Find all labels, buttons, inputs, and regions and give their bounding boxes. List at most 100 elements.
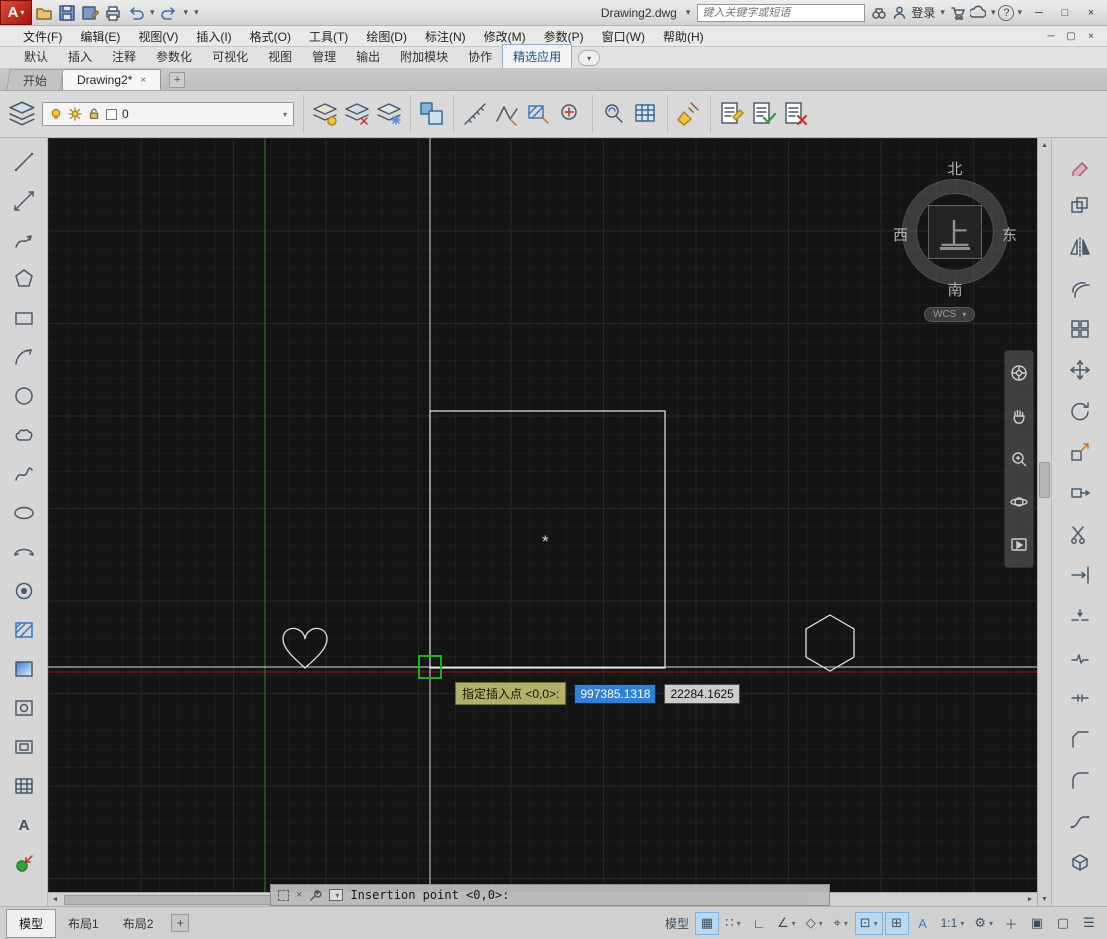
modify-tool-blend-curves[interactable] <box>1060 800 1100 841</box>
search-binoculars-button[interactable] <box>869 3 889 23</box>
draw-tool-donut[interactable] <box>4 571 44 610</box>
draw-tool-region[interactable] <box>4 727 44 766</box>
search-input[interactable] <box>698 6 865 19</box>
pan-icon[interactable] <box>1010 407 1028 425</box>
status-customize[interactable]: ☰ <box>1077 912 1101 935</box>
modify-tool-scale[interactable] <box>1060 431 1100 472</box>
ribbon-tab-collaborate[interactable]: 协作 <box>458 45 502 68</box>
status-grid-toggle[interactable]: ▦ <box>695 911 720 935</box>
drawing-purge-errors-button[interactable] <box>780 94 812 134</box>
draw-tool-construction-line[interactable] <box>4 181 44 220</box>
status-dynamic-input-toggle[interactable]: ⊞ <box>884 911 909 935</box>
viewcube[interactable]: 北 南 西 东 上 <box>893 148 1017 300</box>
redo-button[interactable] <box>158 2 181 24</box>
wcs-dropdown[interactable]: WCS ▾ <box>924 307 976 322</box>
draw-tool-table[interactable] <box>4 766 44 805</box>
maximize-button[interactable]: □ <box>1053 3 1077 23</box>
draw-tool-text[interactable]: A <box>4 805 44 844</box>
modify-tool-explode[interactable] <box>1060 841 1100 882</box>
draw-tool-ellipse-arc[interactable] <box>4 532 44 571</box>
command-customize-icon[interactable] <box>309 889 322 902</box>
vertical-scroll-thumb[interactable] <box>1039 462 1050 498</box>
caret-icon[interactable]: ▾ <box>792 919 796 928</box>
edit-polyline-button[interactable] <box>491 94 523 134</box>
save-button[interactable] <box>55 2 78 24</box>
showmotion-icon[interactable] <box>1010 536 1028 554</box>
status-isodraft-toggle[interactable]: ◇ ▾ <box>802 912 827 935</box>
menu-help[interactable]: 帮助(H) <box>654 26 713 47</box>
menu-dimension[interactable]: 标注(N) <box>416 26 475 47</box>
ribbon-tab-view[interactable]: 视图 <box>258 45 302 68</box>
new-layout-button[interactable]: + <box>171 914 190 932</box>
draw-tool-polyline[interactable] <box>4 220 44 259</box>
file-tab-start[interactable]: 开始 <box>6 69 64 90</box>
command-prompt-text[interactable]: Insertion point <0,0>: <box>350 888 509 902</box>
scroll-left-arrow[interactable]: ◄ <box>48 893 62 906</box>
signin-caret-icon[interactable]: ▾ <box>937 7 948 18</box>
ribbon-tab-insert[interactable]: 插入 <box>58 45 102 68</box>
scroll-up-arrow[interactable]: ▲ <box>1038 138 1051 152</box>
scroll-down-arrow[interactable]: ▼ <box>1038 892 1051 906</box>
purge-button[interactable] <box>673 94 705 134</box>
drawing-check-button[interactable] <box>748 94 780 134</box>
plot-button[interactable] <box>101 2 124 24</box>
drawing-canvas[interactable]: * 北 南 西 东 上 WCS ▾ 指定插入点 <0,0>: 997385.13… <box>48 138 1037 892</box>
draw-tool-circle[interactable] <box>4 376 44 415</box>
modify-tool-chamfer[interactable] <box>1060 718 1100 759</box>
caret-icon[interactable]: ▾ <box>874 919 878 928</box>
redo-caret-icon[interactable]: ▾ <box>181 7 192 18</box>
signin-label[interactable]: 登录 <box>911 4 935 21</box>
status-osnap-toggle[interactable]: ⊡ ▾ <box>854 911 883 935</box>
undo-button[interactable] <box>124 2 147 24</box>
caret-icon[interactable]: ▾ <box>960 919 964 928</box>
modify-tool-offset[interactable] <box>1060 267 1100 308</box>
ribbon-collapse-button[interactable]: ▾ <box>578 50 601 66</box>
modify-tool-join[interactable] <box>1060 677 1100 718</box>
ribbon-tab-annotate[interactable]: 注释 <box>102 45 146 68</box>
modify-tool-mirror[interactable] <box>1060 226 1100 267</box>
measure-button[interactable] <box>459 94 491 134</box>
modify-tool-array[interactable] <box>1060 308 1100 349</box>
orbit-icon[interactable] <box>1010 493 1028 511</box>
update-fields-button[interactable] <box>598 94 630 134</box>
status-polar-toggle[interactable]: ∠ ▾ <box>773 912 800 935</box>
draw-tool-boundary[interactable] <box>4 688 44 727</box>
command-close-icon[interactable]: × <box>296 889 302 901</box>
file-tab-drawing2[interactable]: Drawing2* × <box>62 69 162 90</box>
app-menu-button[interactable]: A ▾ <box>0 0 32 25</box>
caret-icon[interactable]: ▾ <box>819 919 823 928</box>
ribbon-tab-home[interactable]: 默认 <box>14 45 58 68</box>
ribbon-tab-parametric[interactable]: 参数化 <box>146 45 202 68</box>
menu-file[interactable]: 文件(F) <box>14 26 71 47</box>
menu-tools[interactable]: 工具(T) <box>300 26 357 47</box>
modify-tool-erase[interactable] <box>1060 144 1100 185</box>
layer-dropdown[interactable]: 0 ▾ <box>42 102 294 126</box>
dynamic-input-x-field[interactable]: 997385.1318 <box>574 683 657 704</box>
layout-tab-model[interactable]: 模型 <box>6 908 57 938</box>
share-caret-icon[interactable]: ▾ <box>988 7 999 18</box>
viewcube-south[interactable]: 南 <box>893 279 1017 300</box>
caret-icon[interactable]: ▾ <box>989 919 993 928</box>
viewcube-west[interactable]: 西 <box>893 224 908 245</box>
store-button[interactable] <box>948 3 968 23</box>
command-line[interactable]: × ▾ Insertion point <0,0>: <box>270 884 830 906</box>
navigation-wheel-icon[interactable] <box>1010 364 1028 382</box>
help-caret-icon[interactable]: ▾ <box>1014 7 1025 18</box>
undo-caret-icon[interactable]: ▾ <box>147 7 158 18</box>
draw-tool-line[interactable] <box>4 142 44 181</box>
drawing-compare-button[interactable] <box>716 94 748 134</box>
viewcube-top-face[interactable]: 上 <box>928 205 982 259</box>
layout-tab-layout1[interactable]: 布局1 <box>56 910 111 937</box>
tab-close-icon[interactable]: × <box>140 75 146 86</box>
ribbon-tab-manage[interactable]: 管理 <box>302 45 346 68</box>
recent-commands-button[interactable]: ▾ <box>329 889 344 901</box>
menu-insert[interactable]: 插入(I) <box>187 26 240 47</box>
ribbon-tab-addins[interactable]: 附加模块 <box>390 45 458 68</box>
modify-tool-break-at-point[interactable] <box>1060 595 1100 636</box>
caret-icon[interactable]: ▾ <box>844 919 848 928</box>
dynamic-input-y-field[interactable]: 22284.1625 <box>664 683 740 704</box>
viewcube-east[interactable]: 东 <box>1002 224 1017 245</box>
modify-tool-rotate[interactable] <box>1060 390 1100 431</box>
share-button[interactable] <box>968 3 988 23</box>
doc-minimize-button[interactable]: ─ <box>1041 28 1061 44</box>
